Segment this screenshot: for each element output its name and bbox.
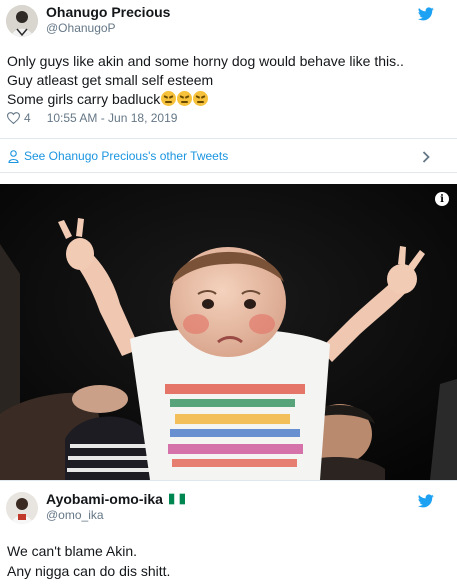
tweet-text-span: Some girls carry badluck (7, 91, 161, 107)
confounded-face-icon (193, 91, 209, 106)
like-count[interactable]: 4 (24, 111, 31, 125)
author-name[interactable]: Ohanugo Precious (46, 4, 170, 20)
twitter-bird-icon[interactable] (418, 494, 434, 508)
heart-icon[interactable] (7, 112, 20, 124)
info-icon[interactable]: i (435, 192, 449, 206)
avatar[interactable] (6, 5, 38, 37)
tweet-text-line-with-emoji: Some girls carry badluck (7, 91, 209, 107)
avatar[interactable] (6, 492, 38, 524)
avatar-image (6, 492, 38, 524)
tweet-card: Ohanugo Precious @OhanugoP Only guys lik… (0, 0, 457, 173)
tweet-text-line: Only guys like akin and some horny dog w… (7, 53, 404, 69)
see-more-tweets-link[interactable]: See Ohanugo Precious's other Tweets (0, 138, 457, 173)
nigeria-flag-icon (168, 493, 185, 505)
confounded-face-icon (161, 91, 177, 106)
card-gap (0, 173, 457, 184)
twitter-bird-icon[interactable] (418, 7, 434, 21)
tweet-text-line: We can't blame Akin. (7, 543, 138, 559)
author-name[interactable]: Ayobami-omo-ika (46, 491, 163, 507)
tweet-photo[interactable]: i (0, 184, 457, 480)
see-more-label[interactable]: See Ohanugo Precious's other Tweets (24, 149, 228, 163)
author-handle[interactable]: @OhanugoP (46, 21, 116, 35)
tweet-card: Ayobami-omo-ika @omo_ika We can't blame … (0, 480, 457, 586)
photo-image (0, 184, 457, 480)
author-name-row[interactable]: Ayobami-omo-ika (46, 491, 185, 507)
confounded-face-icon (177, 91, 193, 106)
avatar-image (6, 5, 38, 37)
tweet-meta: 4 10:55 AM - Jun 18, 2019 (7, 111, 177, 125)
timestamp[interactable]: 10:55 AM - Jun 18, 2019 (47, 111, 178, 125)
author-handle[interactable]: @omo_ika (46, 508, 104, 522)
person-icon (8, 150, 19, 163)
chevron-right-icon[interactable] (422, 151, 430, 163)
tweet-text-line: Any nigga can do dis shitt. (7, 563, 171, 579)
tweet-text-line: Guy atleast get small self esteem (7, 72, 214, 88)
